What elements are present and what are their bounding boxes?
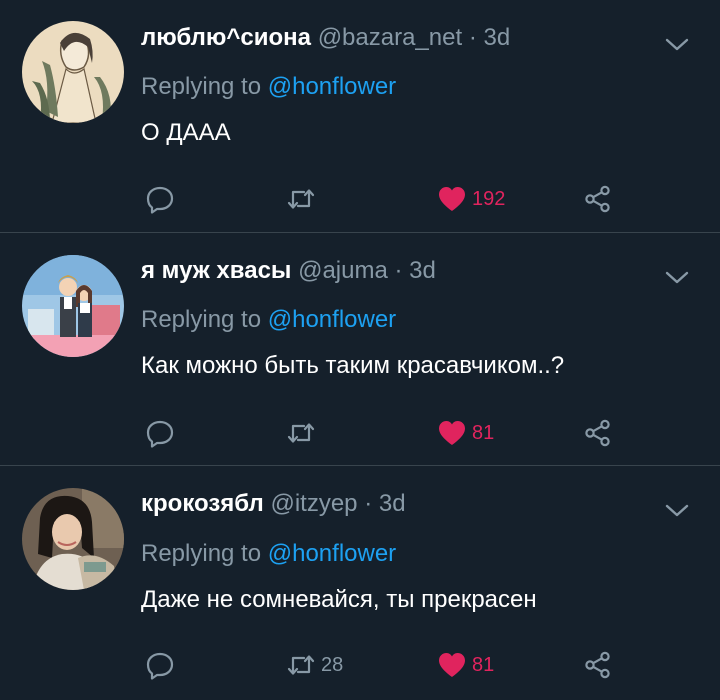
separator-dot: · xyxy=(394,257,403,284)
user-handle[interactable]: @itzyep xyxy=(270,490,357,517)
chevron-down-icon[interactable] xyxy=(662,496,692,526)
avatar-anime-couple-icon[interactable] xyxy=(22,255,124,357)
mention-link[interactable]: @honflower xyxy=(268,306,396,333)
replying-to-line: Replying to @honflower xyxy=(141,304,396,336)
reply-icon xyxy=(146,652,174,680)
reply-button[interactable] xyxy=(144,416,180,450)
like-button[interactable]: 81 xyxy=(436,648,494,682)
timestamp[interactable]: 3d xyxy=(409,257,436,284)
retweet-button[interactable] xyxy=(285,416,321,450)
reply-button[interactable] xyxy=(144,648,180,682)
separator-dot: · xyxy=(468,24,477,51)
tweet[interactable]: крокозябл @itzyep · 3d Replying to @honf… xyxy=(0,466,720,700)
user-handle[interactable]: @ajuma xyxy=(298,257,388,284)
display-name[interactable]: крокозябл xyxy=(141,490,264,517)
tweet-actions: 192 xyxy=(0,182,720,216)
share-icon xyxy=(585,651,610,679)
reply-feed: люблю^сиона @bazara_net · 3d Replying to… xyxy=(0,0,720,700)
retweet-icon xyxy=(287,655,315,675)
like-button[interactable]: 81 xyxy=(436,416,494,450)
tweet-text: Даже не сомневайся, ты прекрасен xyxy=(141,586,537,613)
share-icon xyxy=(585,185,610,213)
replying-to-label: Replying to xyxy=(141,540,262,567)
tweet-actions: 28 81 xyxy=(0,648,720,682)
heart-filled-icon xyxy=(439,187,465,211)
replying-to-label: Replying to xyxy=(141,73,262,100)
replying-to-label: Replying to xyxy=(141,306,262,333)
avatar-anime-couple-icon xyxy=(22,255,124,357)
reply-button[interactable] xyxy=(144,182,180,216)
retweet-button[interactable]: 28 xyxy=(285,648,343,682)
retweet-icon xyxy=(287,423,315,443)
mention-link[interactable]: @honflower xyxy=(268,73,396,100)
tweet-header: люблю^сиона @bazara_net · 3d xyxy=(141,22,630,54)
like-count: 81 xyxy=(472,421,495,444)
user-handle[interactable]: @bazara_net xyxy=(318,24,462,51)
retweet-icon xyxy=(287,189,315,209)
chevron-down-icon[interactable] xyxy=(662,263,692,293)
avatar-illustrated-girl-icon xyxy=(22,21,124,123)
reply-icon xyxy=(146,420,174,448)
avatar-illustrated-girl-icon[interactable] xyxy=(22,21,124,123)
tweet-text: О ДААА xyxy=(141,119,231,146)
replying-to-line: Replying to @honflower xyxy=(141,71,396,103)
separator-dot: · xyxy=(364,490,373,517)
display-name[interactable]: я муж хвасы xyxy=(141,257,291,284)
tweet-actions: 81 xyxy=(0,416,720,450)
like-button[interactable]: 192 xyxy=(436,182,505,216)
retweet-count: 28 xyxy=(321,653,344,676)
chevron-down-icon[interactable] xyxy=(662,30,692,60)
tweet-text: Как можно быть таким красавчиком..? xyxy=(141,352,565,379)
share-button[interactable] xyxy=(582,416,614,450)
tweet[interactable]: я муж хвасы @ajuma · 3d Replying to @hon… xyxy=(0,233,720,465)
tweet-header: крокозябл @itzyep · 3d xyxy=(141,488,630,520)
retweet-button[interactable] xyxy=(285,182,321,216)
tweet[interactable]: люблю^сиона @bazara_net · 3d Replying to… xyxy=(0,0,720,232)
mention-link[interactable]: @honflower xyxy=(268,540,396,567)
replying-to-line: Replying to @honflower xyxy=(141,538,396,570)
avatar-photo-person-icon xyxy=(22,488,124,590)
reply-icon xyxy=(146,186,174,214)
heart-filled-icon xyxy=(439,421,465,445)
like-count: 192 xyxy=(472,187,506,210)
tweet-header: я муж хвасы @ajuma · 3d xyxy=(141,255,630,287)
timestamp[interactable]: 3d xyxy=(379,490,406,517)
share-icon xyxy=(585,419,610,447)
like-count: 81 xyxy=(472,653,495,676)
share-button[interactable] xyxy=(582,648,614,682)
heart-filled-icon xyxy=(439,653,465,677)
avatar-photo-person-icon[interactable] xyxy=(22,488,124,590)
display-name[interactable]: люблю^сиона xyxy=(141,24,311,51)
share-button[interactable] xyxy=(582,182,614,216)
timestamp[interactable]: 3d xyxy=(484,24,511,51)
